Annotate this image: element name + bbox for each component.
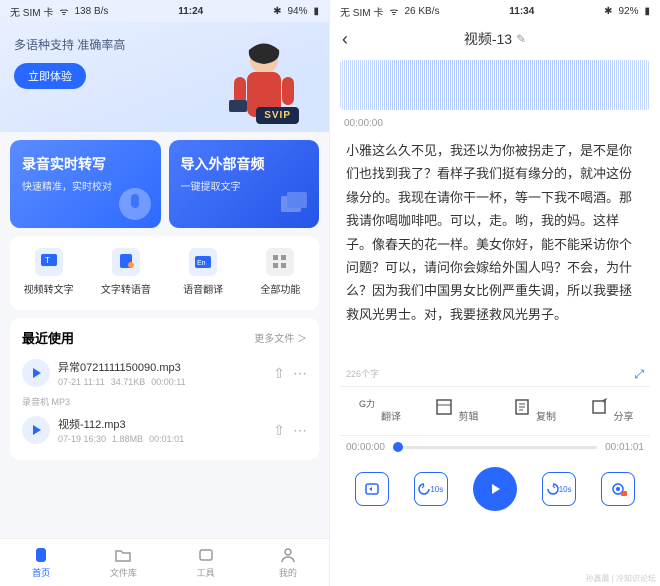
tab-me[interactable]: 我的	[247, 539, 329, 586]
expand-icon[interactable]: ⤢	[634, 367, 644, 382]
grid-icon	[272, 254, 288, 270]
char-count: 226个字	[346, 367, 379, 382]
rewind-10s-button[interactable]: 10s	[414, 472, 448, 506]
tools-icon	[197, 546, 215, 564]
tab-library[interactable]: 文件库	[82, 539, 164, 586]
detail-header: ‹ 视频-13 ✎	[330, 22, 660, 56]
share-icon	[589, 397, 609, 417]
feature-voice-translate[interactable]: En 语音翻译	[165, 248, 242, 298]
video-text-icon: T	[41, 254, 57, 270]
promo-banner: 多语种支持 准确率高 立即体验 SVIP	[0, 22, 329, 132]
action-bar: G力 翻译 剪辑 复制 分享	[340, 386, 650, 436]
tts-icon	[118, 254, 134, 270]
tab-tools[interactable]: 工具	[165, 539, 247, 586]
forward-icon	[547, 483, 559, 495]
svg-text:T: T	[45, 256, 50, 265]
back-button[interactable]: ‹	[342, 29, 348, 50]
edit-icon[interactable]: ✎	[516, 32, 526, 46]
play-icon	[486, 480, 504, 498]
recorder-label: 录音机 MP3	[22, 393, 307, 410]
progress-bar[interactable]: 00:00:00 00:01:01	[330, 436, 660, 459]
status-bar: 无 SIM 卡ᯤ138 B/s 11:24 ✱94%▮	[0, 0, 329, 22]
settings-button[interactable]	[601, 472, 635, 506]
file-row[interactable]: 异常0721111150090.mp3 07-21 11:1134.71KB00…	[22, 353, 307, 393]
more-files-link[interactable]: 更多文件 ＞	[254, 330, 307, 345]
feature-all[interactable]: 全部功能	[242, 248, 319, 298]
more-icon[interactable]: ⋯	[293, 422, 307, 439]
play-button[interactable]	[22, 359, 50, 387]
svg-text:En: En	[197, 260, 206, 267]
time-marker: 00:00:00	[330, 114, 660, 133]
gear-icon	[609, 480, 627, 498]
feature-text-to-speech[interactable]: 文字转语音	[87, 248, 164, 298]
folder-icon	[114, 546, 132, 564]
card-import-audio[interactable]: 导入外部音频 一键提取文字	[169, 140, 320, 228]
home-icon	[32, 546, 50, 564]
action-clip[interactable]: 剪辑	[418, 397, 496, 425]
files-icon	[273, 184, 313, 224]
card-realtime-transcribe[interactable]: 录音实时转写 快速精准，实时校对	[10, 140, 161, 228]
recent-title: 最近使用	[22, 328, 74, 347]
play-button[interactable]	[22, 416, 50, 444]
svip-badge: SVIP	[256, 107, 299, 124]
clip-icon	[434, 397, 454, 417]
recent-files: 最近使用 更多文件 ＞ 异常0721111150090.mp3 07-21 11…	[10, 318, 319, 460]
feature-grid: T 视频转文字 文字转语音 En 语音翻译 全部功能	[10, 236, 319, 310]
more-icon[interactable]: ⋯	[293, 365, 307, 382]
svg-text:G力: G力	[359, 398, 375, 409]
action-copy[interactable]: 复制	[495, 397, 573, 425]
try-now-button[interactable]: 立即体验	[14, 63, 86, 89]
mic-icon	[115, 184, 155, 224]
translate-icon: En	[195, 254, 211, 270]
file-title: 视频-13	[464, 29, 512, 49]
play-button[interactable]	[473, 467, 517, 511]
action-translate[interactable]: G力 翻译	[340, 397, 418, 425]
share-icon[interactable]: ⇧	[273, 365, 285, 382]
forward-10s-button[interactable]: 10s	[542, 472, 576, 506]
copy-icon	[512, 397, 532, 417]
feature-video-to-text[interactable]: T 视频转文字	[10, 248, 87, 298]
tab-home[interactable]: 首页	[0, 539, 82, 586]
loop-icon	[363, 480, 381, 498]
rewind-icon	[418, 483, 430, 495]
status-bar: 无 SIM 卡ᯤ26 KB/s 11:34 ✱92%▮	[330, 0, 660, 22]
share-icon[interactable]: ⇧	[273, 422, 285, 439]
file-row[interactable]: 视频-112.mp3 07-19 16:301.88MB00:01:01 ⇧ ⋯	[22, 410, 307, 450]
watermark: 孙鑫晨 | 冷知识论坛	[585, 573, 656, 584]
loop-button[interactable]	[355, 472, 389, 506]
transcript-text[interactable]: 小雅这么久不见，我还以为你被拐走了，是不是你们也找到我了？看样子我们挺有缘分的，…	[330, 133, 660, 363]
person-icon	[279, 546, 297, 564]
translate-icon: G力	[357, 397, 377, 417]
player-controls: 10s 10s	[330, 459, 660, 519]
action-share[interactable]: 分享	[573, 397, 651, 425]
tab-bar: 首页 文件库 工具 我的	[0, 538, 329, 586]
waveform[interactable]	[340, 60, 650, 110]
